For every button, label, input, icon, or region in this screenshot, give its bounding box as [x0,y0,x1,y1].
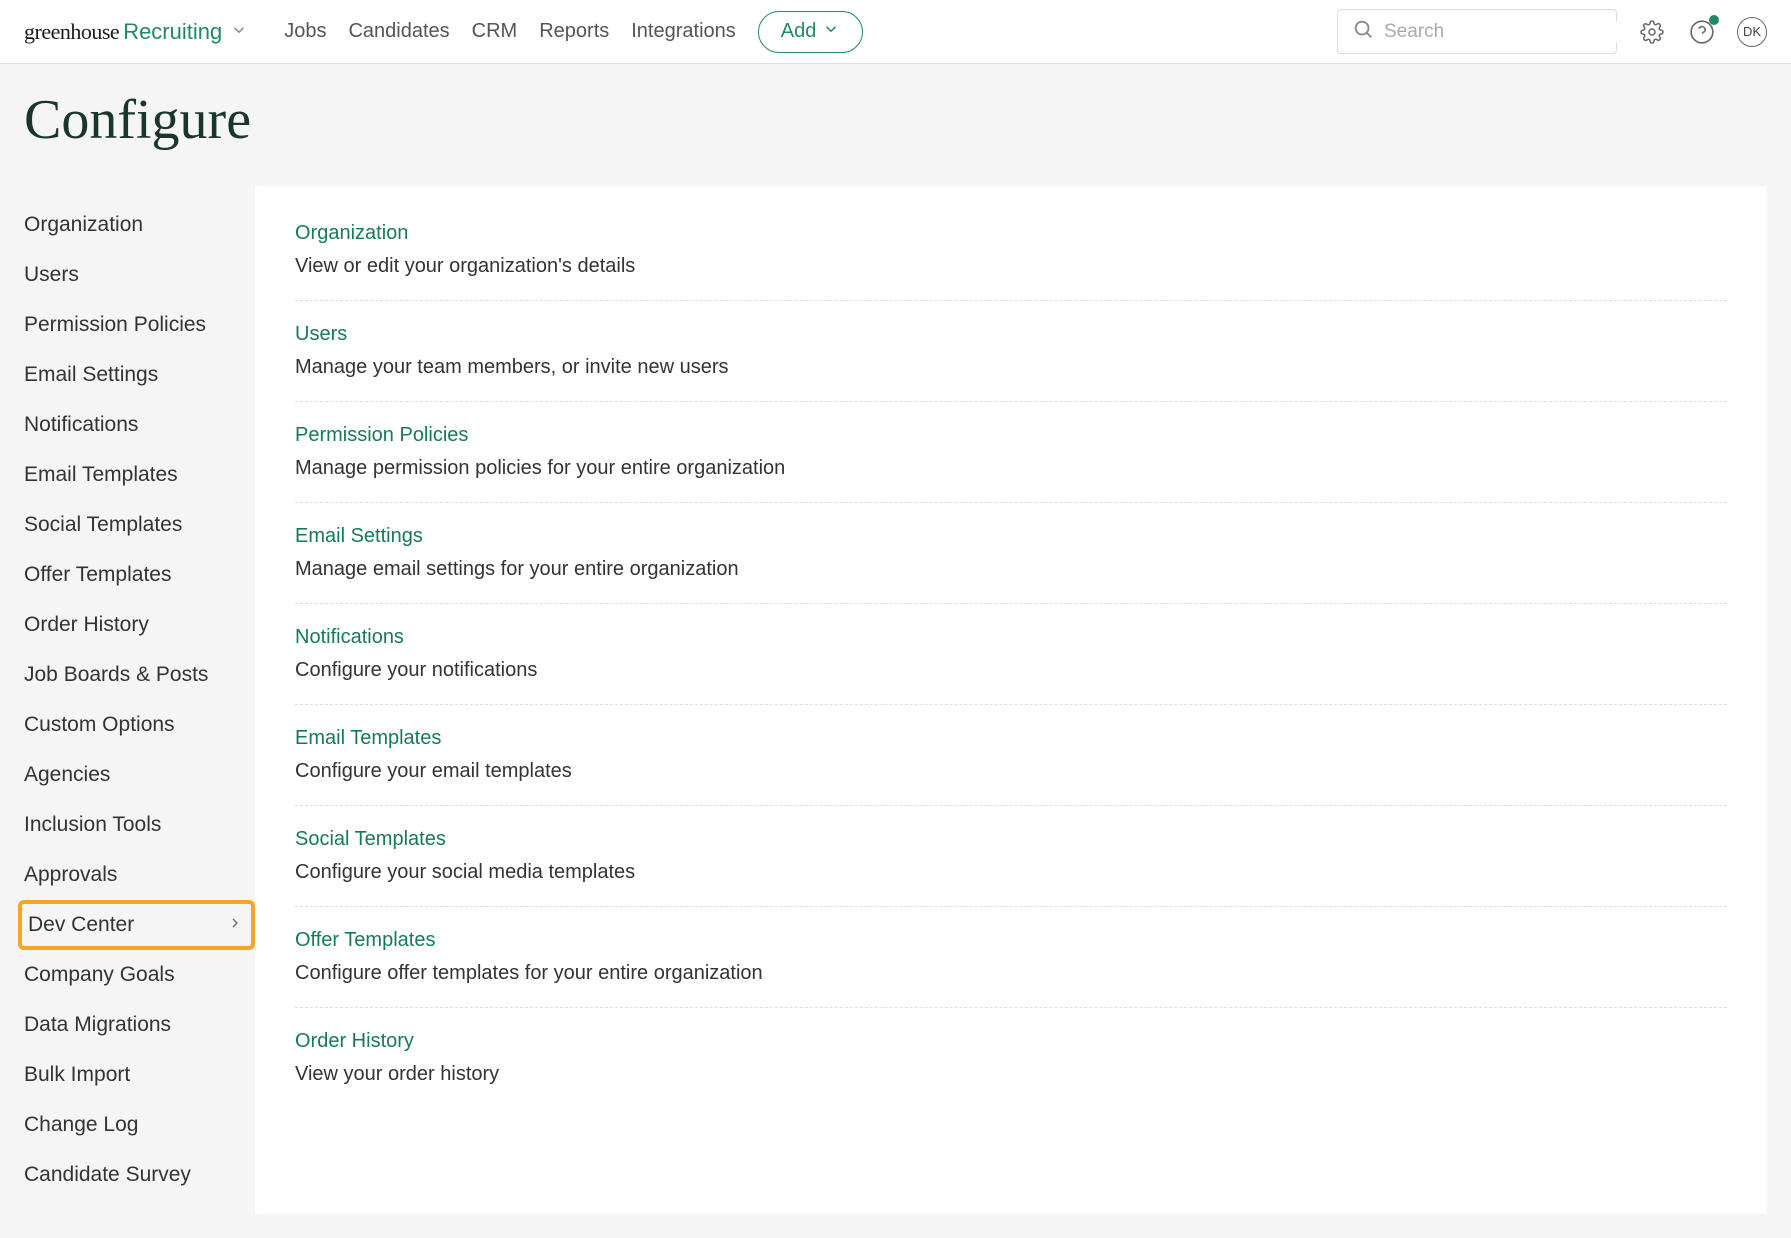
chevron-down-icon [822,20,840,44]
sidebar-item-permission-policies[interactable]: Permission Policies [24,300,255,350]
search-input[interactable] [1384,21,1629,43]
sidebar-item-inclusion-tools[interactable]: Inclusion Tools [24,800,255,850]
content-row-notifications: Notifications Configure your notification… [295,604,1727,705]
sidebar-item-label: Notifications [24,413,138,437]
content-row-users: Users Manage your team members, or invite… [295,301,1727,402]
content-row-organization: Organization View or edit your organizati… [295,218,1727,301]
content-row-desc: View or edit your organization's details [295,255,1727,278]
sidebar-item-company-goals[interactable]: Company Goals [24,950,255,1000]
sidebar-item-order-history[interactable]: Order History [24,600,255,650]
sidebar-item-notifications[interactable]: Notifications [24,400,255,450]
sidebar-item-label: Candidate Survey [24,1163,191,1187]
content-row-title[interactable]: Order History [295,1030,1727,1053]
content-row-desc: Configure your notifications [295,659,1727,682]
sidebar-item-dev-center[interactable]: Dev Center [18,900,255,950]
sidebar-item-change-log[interactable]: Change Log [24,1100,255,1150]
content-row-desc: Configure your social media templates [295,861,1727,884]
content-row-offer-templates: Offer Templates Configure offer templates… [295,907,1727,1008]
notification-badge [1709,15,1719,25]
logo-text-part2: Recruiting [123,19,222,45]
sidebar-item-label: Job Boards & Posts [24,663,208,687]
nav-integrations[interactable]: Integrations [631,20,736,43]
sidebar-item-label: Inclusion Tools [24,813,161,837]
content: Organization View or edit your organizati… [255,186,1767,1214]
header-right: DK [1337,9,1767,54]
chevron-right-icon [227,913,243,937]
avatar[interactable]: DK [1737,17,1767,47]
content-row-title[interactable]: Email Templates [295,727,1727,750]
sidebar-item-label: Email Settings [24,363,158,387]
sidebar-item-label: Order History [24,613,149,637]
content-row-permission-policies: Permission Policies Manage permission pol… [295,402,1727,503]
main-container: Organization Users Permission Policies Emai… [0,186,1791,1238]
content-row-desc: Manage email settings for your entire or… [295,558,1727,581]
sidebar-item-label: Approvals [24,863,117,887]
logo[interactable]: greenhouse Recruiting [24,19,248,45]
content-row-email-templates: Email Templates Configure your email temp… [295,705,1727,806]
content-row-title[interactable]: Email Settings [295,525,1727,548]
content-row-desc: Configure your email templates [295,760,1727,783]
content-row-desc: Configure offer templates for your entir… [295,962,1727,985]
sidebar: Organization Users Permission Policies Emai… [0,186,255,1214]
search-icon [1352,18,1374,45]
sidebar-item-label: Dev Center [28,913,134,937]
sidebar-item-offer-templates[interactable]: Offer Templates [24,550,255,600]
sidebar-item-candidate-survey[interactable]: Candidate Survey [24,1150,255,1200]
sidebar-item-email-settings[interactable]: Email Settings [24,350,255,400]
avatar-initials: DK [1743,24,1761,39]
content-row-title[interactable]: Offer Templates [295,929,1727,952]
help-icon[interactable] [1687,17,1717,47]
chevron-down-icon[interactable] [230,19,248,45]
content-row-desc: View your order history [295,1063,1727,1086]
sidebar-item-social-templates[interactable]: Social Templates [24,500,255,550]
settings-icon[interactable] [1637,17,1667,47]
sidebar-item-agencies[interactable]: Agencies [24,750,255,800]
sidebar-item-users[interactable]: Users [24,250,255,300]
sidebar-item-label: Custom Options [24,713,175,737]
content-row-title[interactable]: Users [295,323,1727,346]
add-button-label: Add [781,20,817,43]
nav-links: Jobs Candidates CRM Reports Integrations [284,20,736,43]
sidebar-item-job-boards-posts[interactable]: Job Boards & Posts [24,650,255,700]
search-container[interactable] [1337,9,1617,54]
sidebar-item-label: Change Log [24,1113,138,1137]
nav-jobs[interactable]: Jobs [284,20,326,43]
sidebar-item-label: Permission Policies [24,313,206,337]
sidebar-item-bulk-import[interactable]: Bulk Import [24,1050,255,1100]
sidebar-item-label: Users [24,263,79,287]
sidebar-item-approvals[interactable]: Approvals [24,850,255,900]
sidebar-item-label: Company Goals [24,963,175,987]
sidebar-item-email-templates[interactable]: Email Templates [24,450,255,500]
sidebar-item-label: Organization [24,213,143,237]
content-row-title[interactable]: Organization [295,222,1727,245]
sidebar-item-label: Email Templates [24,463,178,487]
sidebar-item-label: Social Templates [24,513,182,537]
page-title: Configure [0,64,1791,186]
content-row-title[interactable]: Notifications [295,626,1727,649]
content-row-social-templates: Social Templates Configure your social me… [295,806,1727,907]
add-button[interactable]: Add [758,11,864,53]
logo-text-part1: greenhouse [24,19,119,45]
content-row-desc: Manage permission policies for your enti… [295,457,1727,480]
content-row-email-settings: Email Settings Manage email settings for … [295,503,1727,604]
sidebar-item-label: Agencies [24,763,110,787]
sidebar-item-label: Data Migrations [24,1013,171,1037]
sidebar-item-label: Offer Templates [24,563,171,587]
header: greenhouse Recruiting Jobs Candidates CR… [0,0,1791,64]
sidebar-item-label: Bulk Import [24,1063,130,1087]
content-row-title[interactable]: Permission Policies [295,424,1727,447]
nav-candidates[interactable]: Candidates [348,20,449,43]
content-row-order-history: Order History View your order history [295,1008,1727,1108]
nav-crm[interactable]: CRM [472,20,518,43]
sidebar-item-custom-options[interactable]: Custom Options [24,700,255,750]
content-row-title[interactable]: Social Templates [295,828,1727,851]
content-row-desc: Manage your team members, or invite new … [295,356,1727,379]
nav-reports[interactable]: Reports [539,20,609,43]
sidebar-item-data-migrations[interactable]: Data Migrations [24,1000,255,1050]
sidebar-item-organization[interactable]: Organization [24,200,255,250]
